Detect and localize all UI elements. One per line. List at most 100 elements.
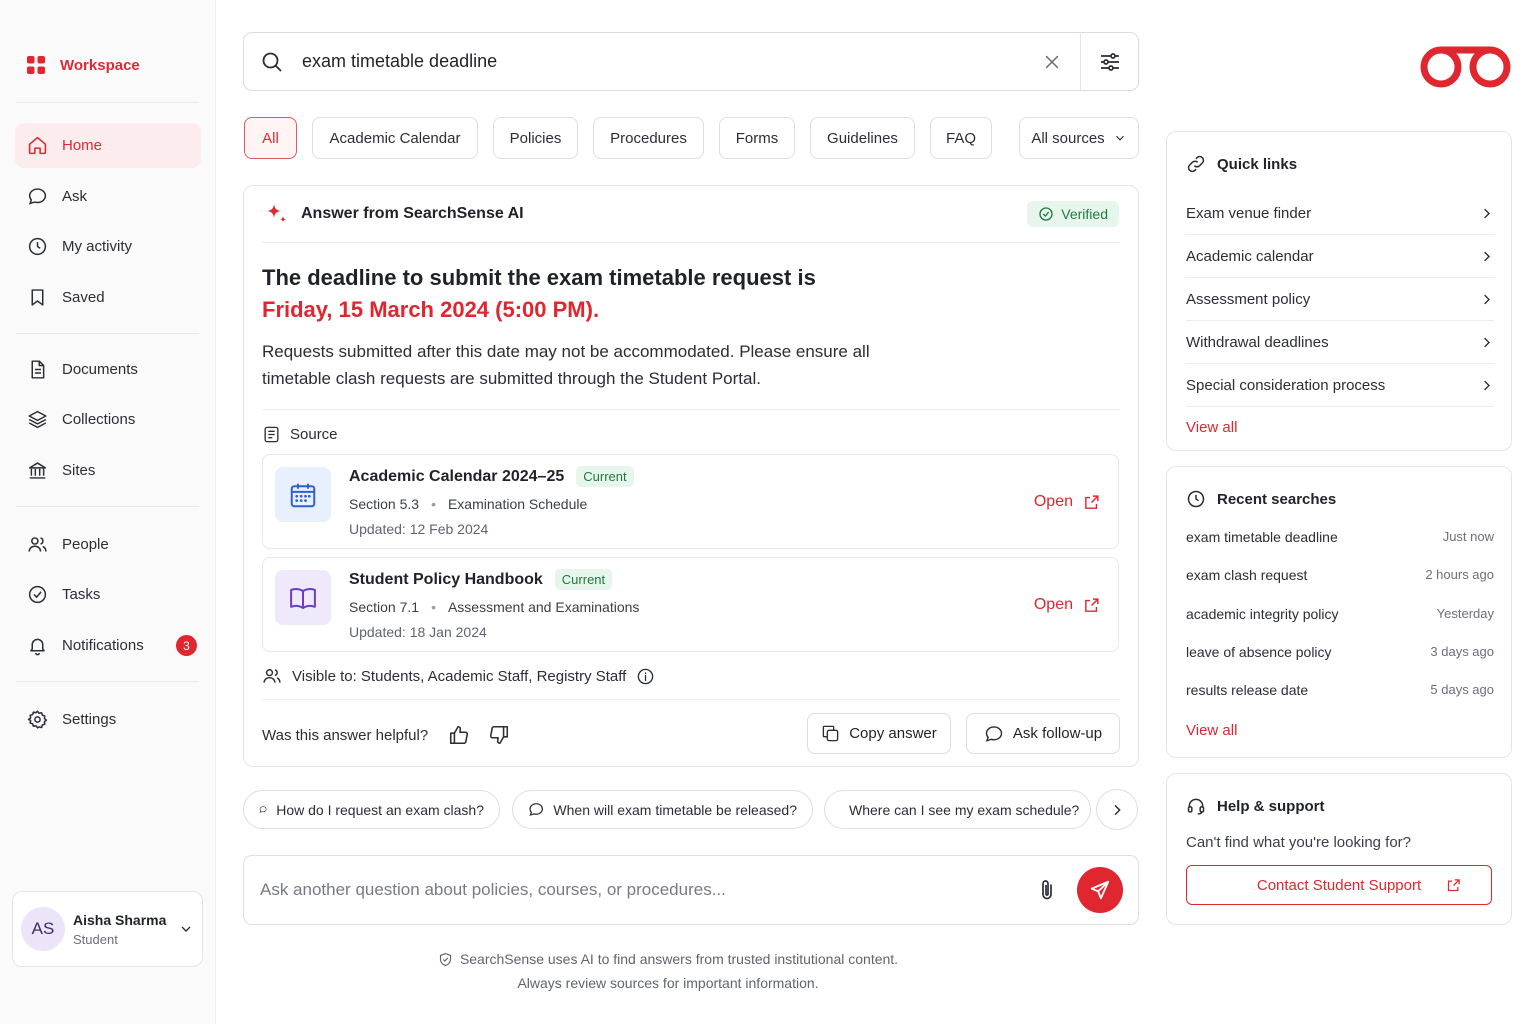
- nav-collections[interactable]: Collections: [15, 397, 201, 442]
- ask-input[interactable]: [260, 880, 1035, 900]
- open-source-button[interactable]: Open: [1034, 493, 1100, 511]
- nav-notifications[interactable]: Notifications 3: [15, 623, 201, 668]
- tab-forms[interactable]: Forms: [719, 117, 795, 159]
- disclaimer-line: SearchSense uses AI to find answers from…: [243, 951, 1093, 967]
- answer-deadline: Friday, 15 March 2024 (5:00 PM).: [262, 297, 600, 322]
- external-link-icon: [1085, 597, 1099, 612]
- nav-label: Collections: [62, 411, 136, 428]
- sources-dropdown[interactable]: All sources: [1019, 117, 1139, 159]
- tab-all[interactable]: All: [244, 117, 297, 159]
- tab-academic-calendar[interactable]: Academic Calendar: [312, 117, 478, 159]
- quick-link-item[interactable]: Special consideration process: [1186, 364, 1494, 407]
- nav-sites[interactable]: Sites: [15, 448, 201, 493]
- recent-search-item[interactable]: results release date 5 days ago: [1186, 682, 1494, 698]
- tab-procedures[interactable]: Procedures: [593, 117, 704, 159]
- quick-link-item[interactable]: Exam venue finder: [1186, 192, 1494, 235]
- verified-badge: Verified: [1027, 201, 1119, 227]
- quick-links-title: Quick links: [1217, 155, 1298, 173]
- recent-search-time: Yesterday: [1436, 606, 1494, 621]
- recent-search-item[interactable]: leave of absence policy 3 days ago: [1186, 644, 1494, 660]
- people-icon: [26, 534, 48, 556]
- workspace-switcher[interactable]: Workspace: [26, 55, 140, 75]
- chevron-right-icon: [1114, 804, 1121, 815]
- send-button[interactable]: [1077, 867, 1123, 913]
- clear-search-button[interactable]: [1024, 33, 1080, 90]
- chat-bubble-icon: [985, 725, 1003, 742]
- source-title: Academic Calendar 2024–25: [349, 467, 565, 485]
- copy-answer-button[interactable]: Copy answer: [807, 713, 951, 754]
- search-bar: exam timetable deadline: [243, 32, 1139, 91]
- suggestion-text: When will exam timetable be released?: [553, 801, 797, 818]
- quick-link-label: Assessment policy: [1186, 290, 1311, 308]
- info-icon[interactable]: [636, 667, 655, 686]
- search-filters-button[interactable]: [1081, 33, 1138, 90]
- link-icon: [1187, 155, 1205, 173]
- ask-follow-up-label: Ask follow-up: [1012, 725, 1103, 742]
- chevron-down-icon: [1115, 135, 1124, 141]
- nav-home[interactable]: Home: [15, 123, 201, 168]
- nav-ask[interactable]: Ask: [15, 174, 201, 219]
- recent-search-item[interactable]: exam timetable deadline Just now: [1186, 529, 1494, 545]
- nav-saved[interactable]: Saved: [15, 275, 201, 320]
- chevron-down-icon: [181, 926, 191, 932]
- ask-bar: [243, 855, 1139, 925]
- nav-people[interactable]: People: [15, 522, 201, 567]
- nav-tasks[interactable]: Tasks: [15, 572, 201, 617]
- source-topic: Examination Schedule: [447, 496, 588, 512]
- recent-search-time: Just now: [1442, 529, 1494, 544]
- sliders-icon: [1100, 52, 1119, 71]
- paperclip-icon[interactable]: [1035, 878, 1059, 902]
- recent-search-item[interactable]: academic integrity policy Yesterday: [1186, 606, 1494, 622]
- tab-guidelines[interactable]: Guidelines: [810, 117, 915, 159]
- source-card[interactable]: Academic Calendar 2024–25 Current Section…: [262, 454, 1119, 549]
- suggestions-next-button[interactable]: [1096, 789, 1138, 830]
- quick-links-panel: Quick links Exam venue finder Academic c…: [1166, 131, 1512, 451]
- suggestion-text: Where can I see my exam schedule?: [849, 801, 1080, 818]
- quick-links-view-all[interactable]: View all: [1186, 419, 1237, 436]
- tab-faq[interactable]: FAQ: [930, 117, 992, 159]
- sources-dropdown-label: All sources: [1031, 129, 1105, 147]
- quick-link-item[interactable]: Academic calendar: [1186, 235, 1494, 278]
- source-card[interactable]: Student Policy Handbook Current Section 7…: [262, 557, 1119, 652]
- open-source-button[interactable]: Open: [1034, 596, 1100, 614]
- gear-icon: [26, 709, 48, 731]
- shield-icon: [439, 952, 451, 966]
- contact-support-button[interactable]: Contact Student Support: [1186, 865, 1492, 905]
- recent-search-item[interactable]: exam clash request 2 hours ago: [1186, 567, 1494, 583]
- sparkle-icon: [267, 204, 287, 223]
- quick-link-item[interactable]: Withdrawal deadlines: [1186, 321, 1494, 364]
- nav-settings[interactable]: Settings: [15, 697, 201, 742]
- search-input[interactable]: exam timetable deadline: [302, 51, 497, 72]
- feedback-row: Was this answer helpful?: [262, 724, 510, 746]
- suggestion-chip[interactable]: How do I request an exam clash?: [243, 790, 500, 829]
- source-label-row: Source: [244, 425, 1138, 444]
- user-menu[interactable]: AS Aisha Sharma Student: [12, 891, 203, 967]
- current-badge: Current: [554, 569, 613, 590]
- source-doc-icon: [264, 426, 279, 443]
- ask-follow-up-button[interactable]: Ask follow-up: [966, 713, 1120, 754]
- source-section: Section 7.1: [349, 599, 420, 615]
- source-label: Source: [290, 426, 338, 443]
- nav-label: People: [62, 536, 109, 553]
- tab-policies[interactable]: Policies: [493, 117, 578, 159]
- nav-documents[interactable]: Documents: [15, 347, 201, 392]
- copy-icon: [822, 725, 839, 742]
- suggestion-chip[interactable]: Where can I see my exam schedule?: [824, 790, 1091, 829]
- thumbs-down-icon[interactable]: [488, 724, 510, 746]
- nav-my-activity[interactable]: My activity: [15, 224, 201, 269]
- close-icon: [1045, 55, 1059, 68]
- verified-label: Verified: [1061, 206, 1108, 222]
- quick-link-item[interactable]: Assessment policy: [1186, 278, 1494, 321]
- suggestion-chip[interactable]: When will exam timetable be released?: [512, 790, 813, 829]
- bookmark-icon: [26, 287, 48, 309]
- user-role: Student: [73, 931, 118, 947]
- quick-links-header: Quick links: [1167, 154, 1316, 174]
- recent-searches-header: Recent searches: [1167, 489, 1355, 509]
- chat-bubble-icon: [26, 186, 48, 208]
- thumbs-up-icon[interactable]: [448, 724, 470, 746]
- recent-searches-view-all[interactable]: View all: [1186, 722, 1237, 739]
- clock-icon: [26, 236, 48, 258]
- headset-icon: [1187, 798, 1205, 815]
- open-label: Open: [1033, 493, 1073, 510]
- visible-to-text: Visible to: Students, Academic Staff, Re…: [292, 667, 627, 685]
